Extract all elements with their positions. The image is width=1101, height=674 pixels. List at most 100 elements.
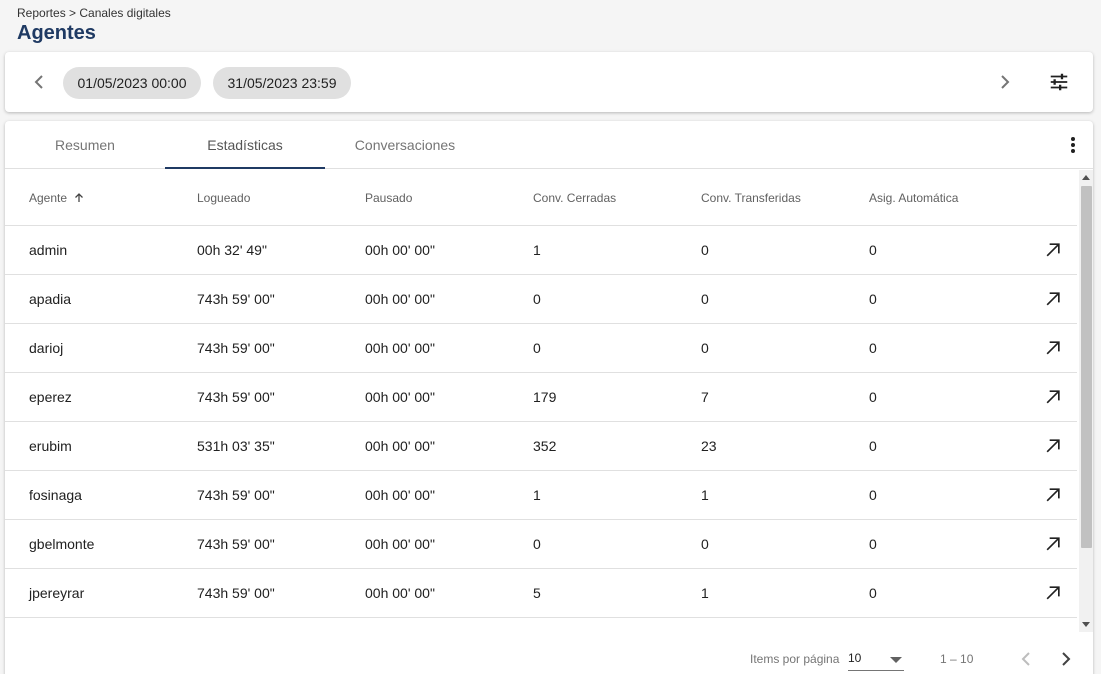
cell-conv-transferidas: 23 [701,438,717,454]
cell-conv-cerradas: 0 [533,340,541,356]
caret-up-icon [1082,175,1090,180]
table-body: admin 00h 32' 49" 00h 00' 00" 1 0 0 apadia 743h… [5,226,1077,618]
arrow-upward-icon [73,192,85,204]
scroll-thumb[interactable] [1081,186,1092,548]
table-header: Agente Logueado Pausado Conv. Cerradas C… [5,170,1077,226]
chevron-left-icon [1021,652,1030,666]
table-row: admin 00h 32' 49" 00h 00' 00" 1 0 0 [5,226,1077,275]
previous-period-button[interactable] [27,70,51,94]
cell-logueado: 743h 59' 00" [197,389,275,405]
agents-table: Agente Logueado Pausado Conv. Cerradas C… [5,170,1077,618]
tab-resumen[interactable]: Resumen [5,121,165,168]
page-title: Agentes [17,22,96,44]
cell-conv-cerradas: 0 [533,291,541,307]
scroll-up-button[interactable] [1079,170,1093,184]
cell-asig-automatica: 0 [869,536,877,552]
arrow-outward-icon [1046,537,1060,551]
scroll-down-button[interactable] [1079,618,1093,632]
date-range-bar: 01/05/2023 00:00 31/05/2023 23:59 [5,52,1093,112]
chevron-right-icon [1001,75,1010,89]
cell-agente: gbelmonte [29,536,95,552]
open-agent-detail-button[interactable] [1041,434,1065,458]
cell-conv-cerradas: 179 [533,389,557,405]
cell-conv-transferidas: 7 [701,389,709,405]
column-header-agente[interactable]: Agente [29,170,85,226]
vertical-scrollbar[interactable] [1079,170,1093,632]
open-agent-detail-button[interactable] [1041,238,1065,262]
page-size-value: 10 [848,651,862,665]
cell-asig-automatica: 0 [869,242,877,258]
cell-agente: darioj [29,340,64,356]
cell-agente: erubim [29,438,72,454]
tune-icon [1050,73,1068,91]
cell-pausado: 00h 00' 00" [365,242,435,258]
cell-conv-cerradas: 0 [533,536,541,552]
column-header-conv-cerradas[interactable]: Conv. Cerradas [533,170,616,226]
cell-logueado: 743h 59' 00" [197,585,275,601]
cell-pausado: 00h 00' 00" [365,585,435,601]
column-header-label: Pausado [365,191,413,205]
cell-asig-automatica: 0 [869,389,877,405]
stats-card: Resumen Estadísticas Conversaciones Agen… [5,121,1093,674]
end-date-chip[interactable]: 31/05/2023 23:59 [213,67,351,99]
column-header-conv-transferidas[interactable]: Conv. Transferidas [701,170,801,226]
breadcrumb: Reportes > Canales digitales [17,6,171,20]
filter-button[interactable] [1047,70,1071,94]
column-header-label: Agente [29,191,68,205]
arrow-outward-icon [1046,488,1060,502]
start-date-chip[interactable]: 01/05/2023 00:00 [63,67,201,99]
chevron-left-icon [34,75,43,89]
cell-pausado: 00h 00' 00" [365,340,435,356]
column-header-asig-automatica[interactable]: Asig. Automática [869,170,958,226]
tab-conversaciones[interactable]: Conversaciones [325,121,485,168]
page-size-select[interactable]: 10 [848,647,904,671]
arrow-outward-icon [1046,243,1060,257]
more-options-button[interactable] [1061,133,1085,157]
caret-down-icon [890,657,902,663]
cell-conv-cerradas: 5 [533,585,541,601]
cell-pausado: 00h 00' 00" [365,291,435,307]
cell-pausado: 00h 00' 00" [365,438,435,454]
cell-conv-transferidas: 0 [701,536,709,552]
cell-agente: fosinaga [29,487,82,503]
open-agent-detail-button[interactable] [1041,532,1065,556]
arrow-outward-icon [1046,292,1060,306]
cell-agente: jpereyrar [29,585,85,601]
next-period-button[interactable] [993,70,1017,94]
table-row: jpereyrar 743h 59' 00" 00h 00' 00" 5 1 0 [5,569,1077,618]
cell-logueado: 743h 59' 00" [197,536,275,552]
cell-asig-automatica: 0 [869,487,877,503]
caret-down-icon [1082,622,1090,627]
next-page-button[interactable] [1054,647,1078,671]
open-agent-detail-button[interactable] [1041,581,1065,605]
cell-conv-transferidas: 0 [701,340,709,356]
open-agent-detail-button[interactable] [1041,385,1065,409]
table-row: erubim 531h 03' 35" 00h 00' 00" 352 23 0 [5,422,1077,471]
cell-pausado: 00h 00' 00" [365,487,435,503]
column-header-label: Asig. Automática [869,191,959,205]
cell-agente: apadia [29,291,72,307]
open-agent-detail-button[interactable] [1041,287,1065,311]
cell-logueado: 743h 59' 00" [197,487,275,503]
arrow-outward-icon [1046,439,1060,453]
tab-bar: Resumen Estadísticas Conversaciones [5,121,1093,169]
cell-logueado: 531h 03' 35" [197,438,275,454]
open-agent-detail-button[interactable] [1041,483,1065,507]
column-header-label: Logueado [197,191,251,205]
table-row: darioj 743h 59' 00" 00h 00' 00" 0 0 0 [5,324,1077,373]
column-header-logueado[interactable]: Logueado [197,170,250,226]
table-row: eperez 743h 59' 00" 00h 00' 00" 179 7 0 [5,373,1077,422]
cell-asig-automatica: 0 [869,438,877,454]
cell-logueado: 00h 32' 49" [197,242,267,258]
cell-agente: eperez [29,389,72,405]
cell-pausado: 00h 00' 00" [365,389,435,405]
tab-estadisticas[interactable]: Estadísticas [165,121,325,169]
cell-logueado: 743h 59' 00" [197,291,275,307]
table-row: fosinaga 743h 59' 00" 00h 00' 00" 1 1 0 [5,471,1077,520]
cell-conv-transferidas: 1 [701,487,709,503]
cell-asig-automatica: 0 [869,585,877,601]
previous-page-button[interactable] [1014,647,1038,671]
column-header-pausado[interactable]: Pausado [365,170,412,226]
open-agent-detail-button[interactable] [1041,336,1065,360]
table-row: gbelmonte 743h 59' 00" 00h 00' 00" 0 0 0 [5,520,1077,569]
